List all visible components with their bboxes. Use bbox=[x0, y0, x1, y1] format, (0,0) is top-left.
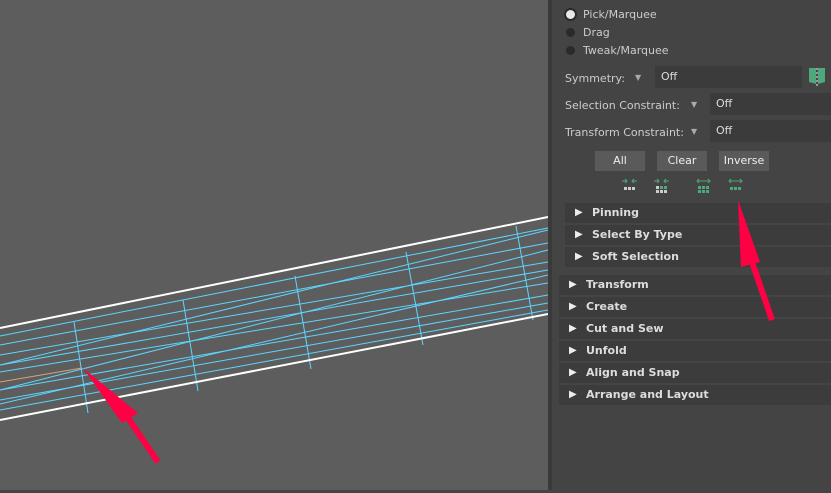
dropdown-arrow-icon[interactable]: ▼ bbox=[691, 127, 697, 136]
radio-label: Tweak/Marquee bbox=[583, 44, 669, 57]
radio-pick-marquee[interactable]: Pick/Marquee bbox=[566, 8, 657, 21]
selection-constraint-label: Selection Constraint: bbox=[565, 99, 680, 112]
expand-arrow-icon: ▶ bbox=[569, 279, 577, 290]
section-pinning[interactable]: ▶ Pinning bbox=[565, 203, 831, 223]
expand-arrow-icon: ▶ bbox=[575, 207, 583, 218]
radio-label: Pick/Marquee bbox=[583, 8, 657, 21]
symmetry-dropdown[interactable]: Off bbox=[655, 66, 802, 88]
annotation-arrow bbox=[83, 368, 161, 464]
wire-edge bbox=[0, 309, 549, 411]
section-unfold[interactable]: ▶ Unfold bbox=[559, 341, 831, 361]
wire-edge bbox=[0, 282, 549, 373]
section-label: Arrange and Layout bbox=[586, 388, 709, 401]
section-arrange-and-layout[interactable]: ▶ Arrange and Layout bbox=[559, 385, 831, 405]
expand-arrow-icon: ▶ bbox=[569, 389, 577, 400]
uv-border-top bbox=[0, 216, 549, 329]
expand-arrow-icon: ▶ bbox=[569, 345, 577, 356]
inverse-selection-button[interactable]: Inverse bbox=[719, 151, 769, 171]
expand-arrow-icon: ▶ bbox=[575, 229, 583, 240]
uv-viewport[interactable] bbox=[0, 0, 549, 490]
section-transform[interactable]: ▶ Transform bbox=[559, 275, 831, 295]
section-label: Pinning bbox=[592, 206, 639, 219]
section-label: Select By Type bbox=[592, 228, 683, 241]
expand-arrow-icon: ▶ bbox=[575, 251, 583, 262]
section-label: Create bbox=[586, 300, 628, 313]
expand-arrow-icon: ▶ bbox=[569, 367, 577, 378]
uv-toolkit-panel: Pick/Marquee Drag Tweak/Marquee Symmetry… bbox=[552, 0, 831, 490]
uv-wireframe bbox=[0, 216, 549, 464]
section-label: Transform bbox=[586, 278, 649, 291]
section-soft-selection[interactable]: ▶ Soft Selection bbox=[565, 247, 831, 267]
radio-label: Drag bbox=[583, 26, 610, 39]
expand-arrow-icon: ▶ bbox=[569, 301, 577, 312]
section-label: Soft Selection bbox=[592, 250, 679, 263]
radio-icon bbox=[566, 10, 575, 19]
select-all-button[interactable]: All bbox=[595, 151, 645, 171]
section-create[interactable]: ▶ Create bbox=[559, 297, 831, 317]
shrink-selection-grid-icon[interactable] bbox=[653, 178, 671, 194]
wire-edge bbox=[73, 321, 89, 414]
section-label: Cut and Sew bbox=[586, 322, 664, 335]
section-select-by-type[interactable]: ▶ Select By Type bbox=[565, 225, 831, 245]
wire-edge bbox=[405, 251, 424, 346]
dropdown-arrow-icon[interactable]: ▼ bbox=[691, 100, 697, 109]
shrink-selection-icon[interactable] bbox=[621, 178, 639, 194]
radio-icon bbox=[566, 46, 575, 55]
expand-arrow-icon: ▶ bbox=[569, 323, 577, 334]
transform-constraint-dropdown[interactable]: Off bbox=[710, 120, 831, 142]
wire-edge bbox=[182, 299, 199, 392]
wire-edge bbox=[0, 261, 549, 356]
radio-icon bbox=[566, 28, 575, 37]
wire-edge bbox=[0, 229, 549, 366]
grow-selection-icon[interactable] bbox=[727, 178, 745, 194]
section-align-and-snap[interactable]: ▶ Align and Snap bbox=[559, 363, 831, 383]
grow-selection-grid-icon[interactable] bbox=[695, 178, 713, 194]
section-label: Align and Snap bbox=[586, 366, 680, 379]
radio-drag[interactable]: Drag bbox=[566, 26, 610, 39]
radio-tweak-marquee[interactable]: Tweak/Marquee bbox=[566, 44, 669, 57]
selection-constraint-dropdown[interactable]: Off bbox=[710, 93, 831, 115]
symmetry-icon[interactable] bbox=[809, 68, 825, 86]
clear-selection-button[interactable]: Clear bbox=[657, 151, 707, 171]
symmetry-label: Symmetry: bbox=[565, 72, 625, 85]
section-label: Unfold bbox=[586, 344, 627, 357]
transform-constraint-label: Transform Constraint: bbox=[565, 126, 684, 139]
section-cut-and-sew[interactable]: ▶ Cut and Sew bbox=[559, 319, 831, 339]
symmetry-dropdown-icon[interactable]: ▼ bbox=[635, 73, 641, 82]
